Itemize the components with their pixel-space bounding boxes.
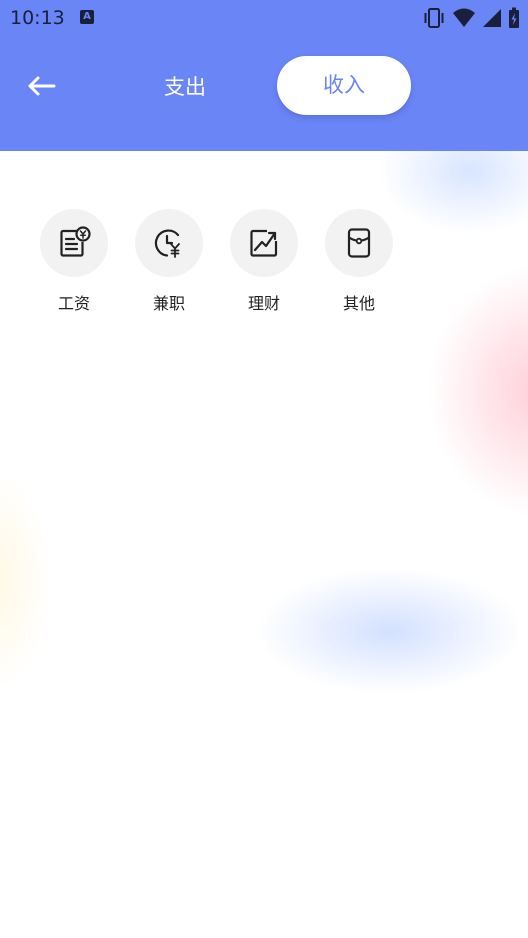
vibrate-icon	[424, 8, 444, 28]
category-circle	[325, 209, 393, 277]
tab-income[interactable]: 收入	[277, 56, 411, 115]
category-label: 工资	[57, 294, 90, 313]
category-label: 理财	[247, 294, 280, 313]
header: 10:13 A 支出 收入	[0, 0, 528, 151]
battery-icon	[509, 7, 519, 28]
category-panel: 工资 兼职 理财 其他	[0, 151, 528, 938]
wifi-icon	[453, 8, 475, 27]
back-button[interactable]	[20, 68, 62, 104]
category-investment[interactable]: 理财	[224, 209, 304, 319]
part-time-clock-icon	[154, 229, 180, 258]
signal-icon	[483, 9, 501, 27]
category-part-time[interactable]: 兼职	[129, 209, 209, 319]
category-salary[interactable]: 工资	[34, 209, 114, 319]
status-time: 10:13	[10, 7, 65, 29]
status-icons	[422, 6, 520, 30]
investment-chart-icon	[250, 229, 278, 257]
category-circle	[230, 209, 298, 277]
category-circle	[40, 209, 108, 277]
arrow-left-icon	[28, 76, 56, 96]
category-other[interactable]: 其他	[319, 209, 399, 319]
tab-expense[interactable]: 支出	[137, 60, 233, 114]
category-label: 兼职	[152, 294, 185, 313]
notification-a-icon: A	[80, 10, 94, 24]
salary-doc-icon	[60, 226, 91, 257]
category-circle	[135, 209, 203, 277]
status-bar: 10:13 A	[0, 0, 528, 36]
category-label: 其他	[342, 294, 375, 313]
other-wallet-icon	[347, 228, 371, 258]
